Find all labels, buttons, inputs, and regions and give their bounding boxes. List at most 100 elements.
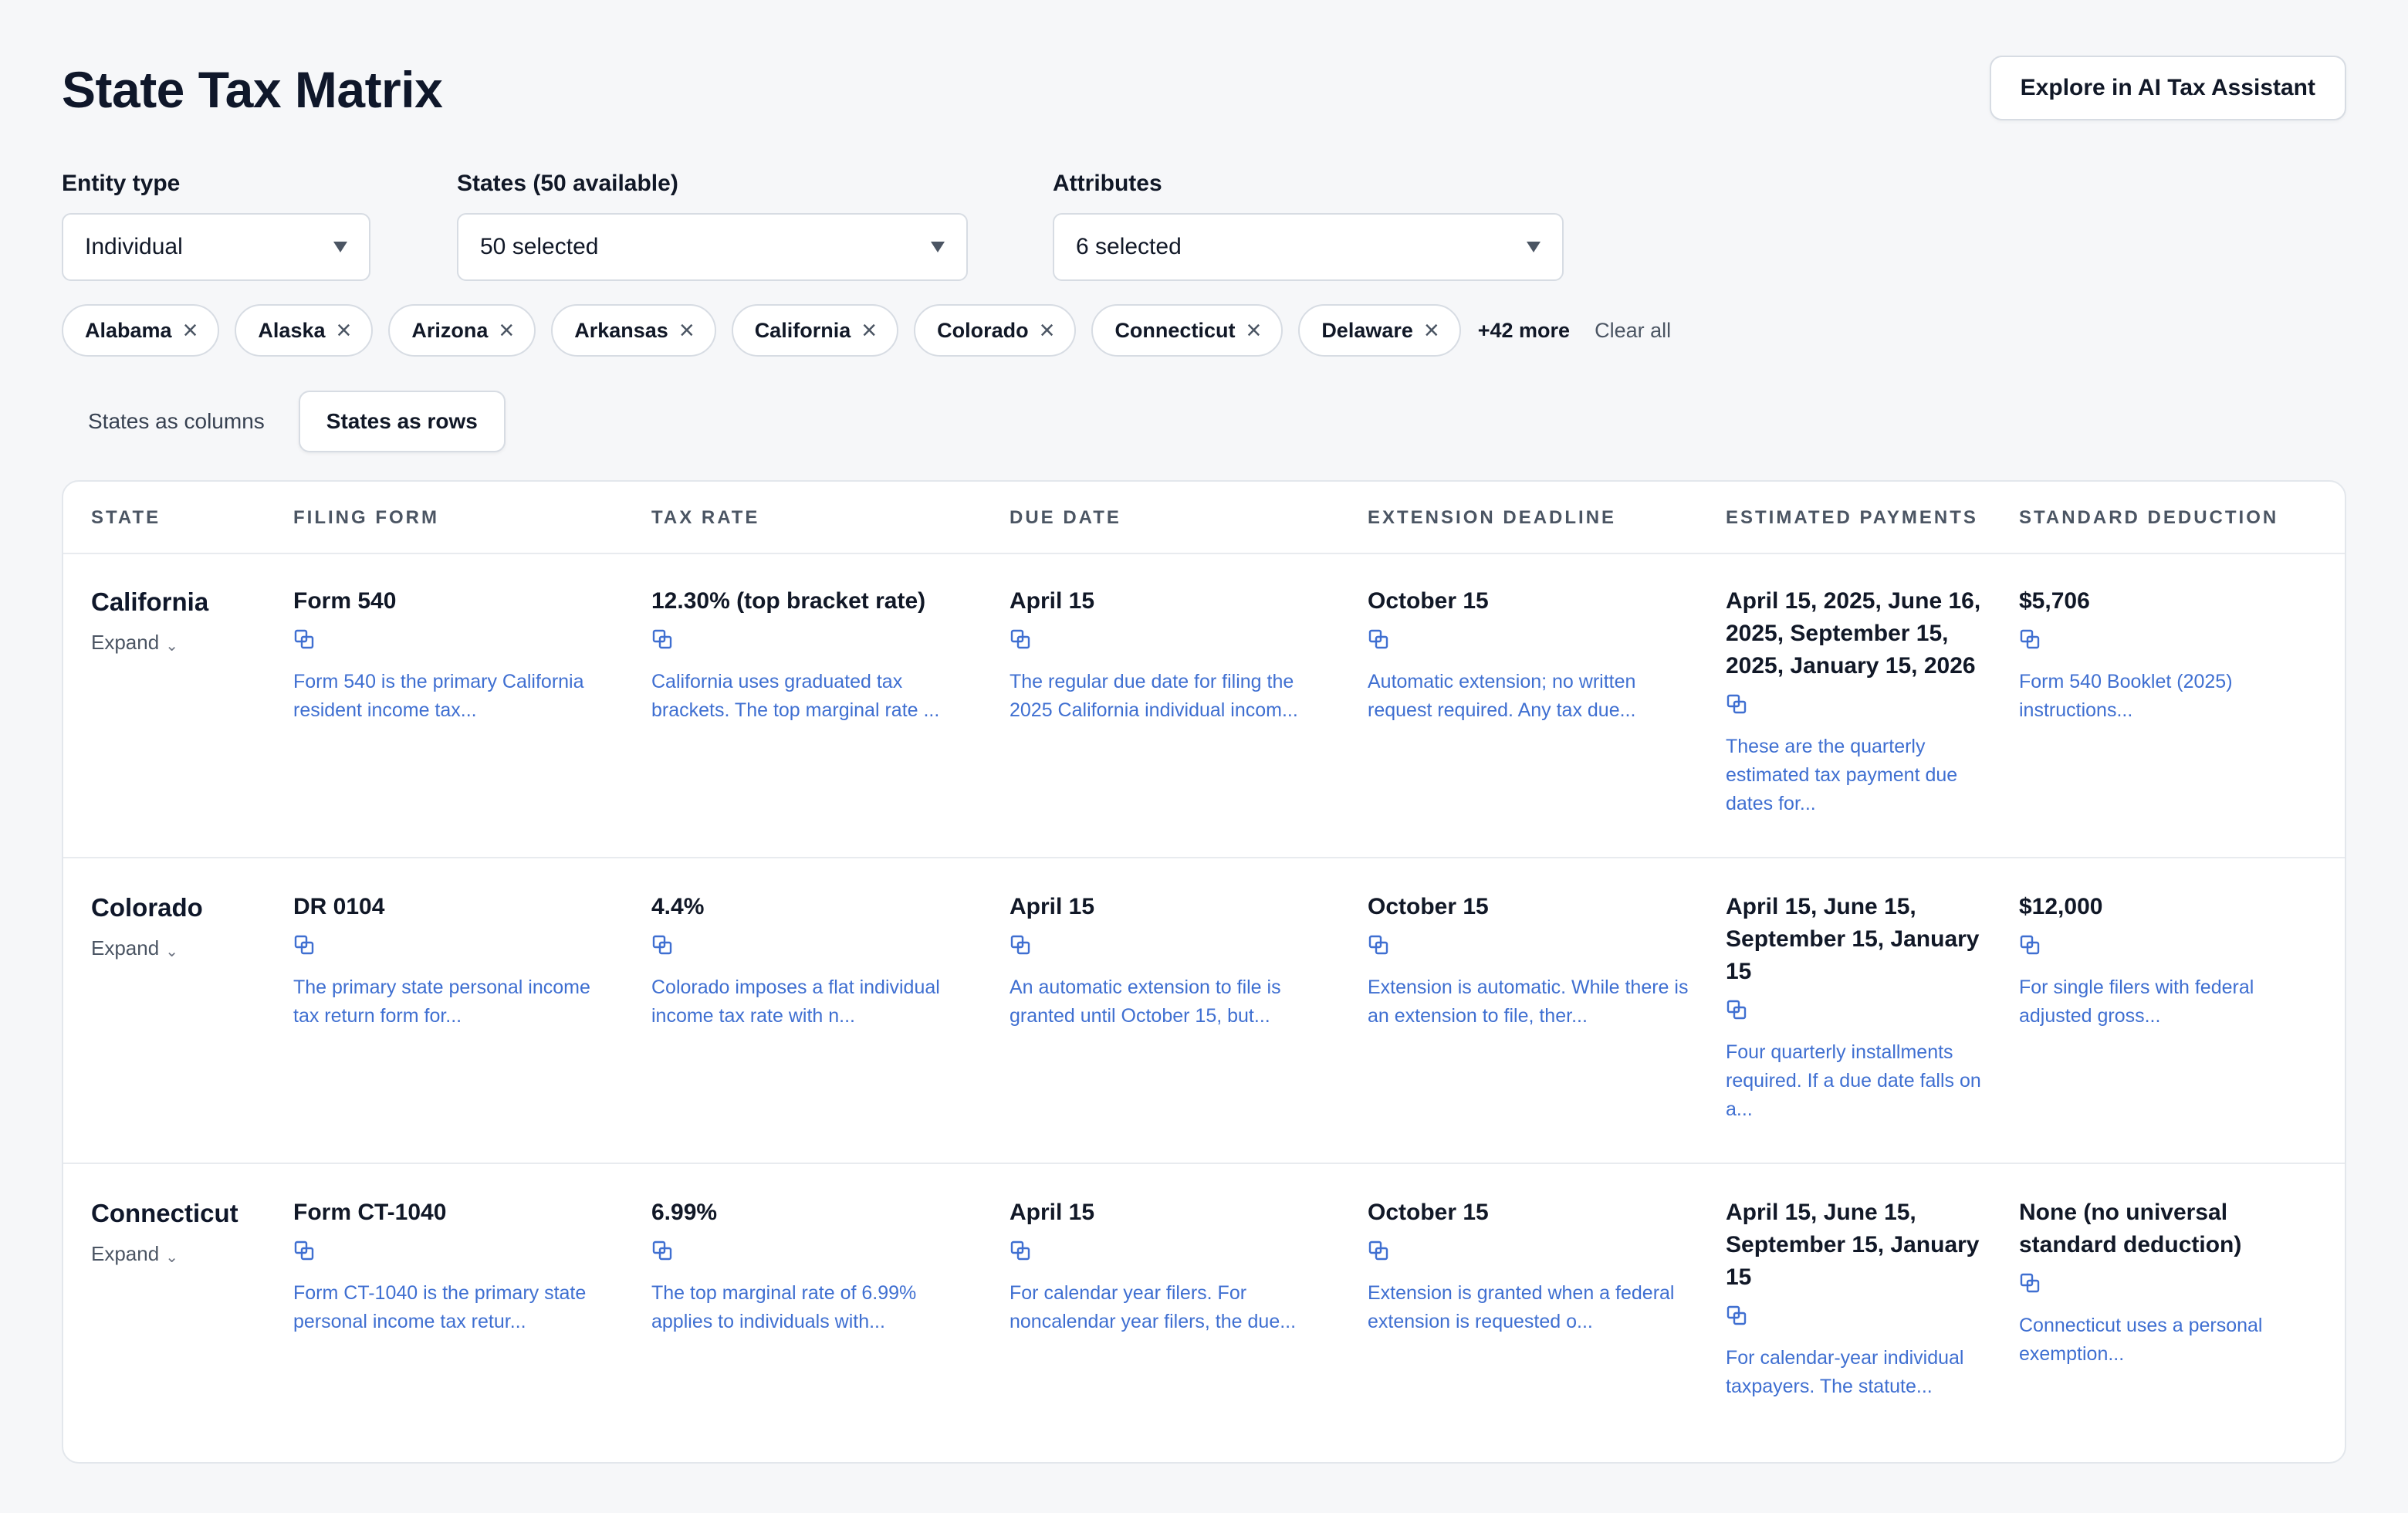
chip-label: Delaware bbox=[1321, 318, 1413, 342]
column-header: ESTIMATED PAYMENTS bbox=[1726, 507, 1978, 528]
states-as-columns-tab[interactable]: States as columns bbox=[62, 391, 291, 452]
copy-source-icon[interactable] bbox=[293, 934, 315, 956]
copy-source-icon[interactable] bbox=[1010, 628, 1031, 650]
cell-note[interactable]: An automatic extension to file is grante… bbox=[1010, 973, 1334, 1031]
tax-rate-cell: 6.99% The top marginal rate of 6.99% app… bbox=[651, 1197, 976, 1336]
close-icon[interactable]: × bbox=[1246, 317, 1261, 344]
copy-source-icon[interactable] bbox=[1726, 1305, 1747, 1326]
cell-note[interactable]: Four quarterly installments required. If… bbox=[1726, 1038, 1988, 1124]
column-header: EXTENSION DEADLINE bbox=[1368, 507, 1617, 528]
cell-note[interactable]: These are the quarterly estimated tax pa… bbox=[1726, 733, 1988, 818]
entity-type-filter: Entity type Individual bbox=[62, 168, 370, 281]
close-icon[interactable]: × bbox=[337, 317, 352, 344]
close-icon[interactable]: × bbox=[183, 317, 198, 344]
cell-value: 12.30% (top bracket rate) bbox=[651, 588, 926, 614]
filing-form-cell: Form CT-1040 Form CT-1040 is the primary… bbox=[293, 1197, 617, 1336]
cell-value: October 15 bbox=[1368, 894, 1489, 919]
caret-down-icon bbox=[931, 242, 945, 252]
copy-source-icon[interactable] bbox=[1368, 1240, 1389, 1261]
expand-button[interactable]: Expand ⌄ bbox=[91, 936, 276, 961]
cell-note[interactable]: Colorado imposes a flat individual incom… bbox=[651, 973, 976, 1031]
cell-note[interactable]: California uses graduated tax brackets. … bbox=[651, 668, 976, 725]
cell-value: Form 540 bbox=[293, 588, 397, 614]
expand-button[interactable]: Expand ⌄ bbox=[91, 630, 276, 655]
cell-value: $5,706 bbox=[2019, 588, 2090, 614]
cell-value: April 15, June 15, September 15, January… bbox=[1726, 894, 1980, 984]
expand-label: Expand bbox=[91, 1242, 160, 1265]
expand-button[interactable]: Expand ⌄ bbox=[91, 1241, 276, 1267]
close-icon[interactable]: × bbox=[1424, 317, 1439, 344]
copy-source-icon[interactable] bbox=[1010, 934, 1031, 956]
attributes-select[interactable]: 6 selected bbox=[1053, 213, 1564, 281]
state-chip: Delaware × bbox=[1298, 304, 1461, 357]
copy-source-icon[interactable] bbox=[1726, 999, 1747, 1021]
table-row: Colorado Expand ⌄ DR 0104 The primary sta… bbox=[63, 860, 2345, 1164]
cell-note[interactable]: Extension is granted when a federal exte… bbox=[1368, 1279, 1692, 1336]
due-date-cell: April 15 For calendar year filers. For n… bbox=[1010, 1197, 1334, 1336]
state-cell: California Expand ⌄ bbox=[91, 585, 276, 655]
close-icon[interactable]: × bbox=[499, 317, 514, 344]
copy-source-icon[interactable] bbox=[2019, 934, 2041, 956]
cell-note[interactable]: Form 540 is the primary California resid… bbox=[293, 668, 617, 725]
cell-note[interactable]: Form 540 Booklet (2025) instructions... bbox=[2019, 668, 2328, 725]
copy-source-icon[interactable] bbox=[1726, 693, 1747, 715]
cell-note[interactable]: For calendar-year individual taxpayers. … bbox=[1726, 1344, 1988, 1401]
state-chip: Colorado × bbox=[914, 304, 1077, 357]
entity-type-select[interactable]: Individual bbox=[62, 213, 370, 281]
copy-source-icon[interactable] bbox=[2019, 1272, 2041, 1294]
clear-all-link[interactable]: Clear all bbox=[1595, 319, 1671, 343]
standard-deduction-cell: None (no universal standard deduction) C… bbox=[2019, 1197, 2328, 1369]
states-as-rows-tab[interactable]: States as rows bbox=[298, 391, 506, 452]
chip-label: Alaska bbox=[258, 318, 326, 342]
caret-down-icon bbox=[333, 242, 347, 252]
states-label: States (50 available) bbox=[457, 171, 678, 196]
chevron-down-icon: ⌄ bbox=[165, 943, 178, 960]
expand-label: Expand bbox=[91, 631, 160, 654]
chip-label: California bbox=[754, 318, 851, 342]
more-states-link[interactable]: +42 more bbox=[1478, 319, 1570, 343]
copy-source-icon[interactable] bbox=[651, 1240, 673, 1261]
copy-source-icon[interactable] bbox=[293, 1240, 315, 1261]
page-title: State Tax Matrix bbox=[62, 61, 443, 118]
cell-value: April 15, June 15, September 15, January… bbox=[1726, 1200, 1980, 1290]
cell-note[interactable]: Extension is automatic. While there is a… bbox=[1368, 973, 1692, 1031]
state-name: Colorado bbox=[91, 893, 203, 922]
entity-type-label: Entity type bbox=[62, 171, 181, 196]
cell-note[interactable]: For calendar year filers. For noncalenda… bbox=[1010, 1279, 1334, 1336]
extension-deadline-cell: October 15 Extension is automatic. While… bbox=[1368, 891, 1692, 1031]
copy-source-icon[interactable] bbox=[1368, 934, 1389, 956]
cell-note[interactable]: Connecticut uses a personal exemption... bbox=[2019, 1312, 2328, 1369]
filing-form-cell: DR 0104 The primary state personal incom… bbox=[293, 891, 617, 1031]
cell-note[interactable]: Form CT-1040 is the primary state person… bbox=[293, 1279, 617, 1336]
close-icon[interactable]: × bbox=[1040, 317, 1055, 344]
copy-source-icon[interactable] bbox=[293, 628, 315, 650]
cell-note[interactable]: Automatic extension; no written request … bbox=[1368, 668, 1692, 725]
chip-label: Arizona bbox=[411, 318, 489, 342]
estimated-payments-cell: April 15, June 15, September 15, January… bbox=[1726, 891, 1988, 1124]
filing-form-cell: Form 540 Form 540 is the primary Califor… bbox=[293, 585, 617, 725]
cell-note[interactable]: The primary state personal income tax re… bbox=[293, 973, 617, 1031]
copy-source-icon[interactable] bbox=[651, 934, 673, 956]
state-tax-matrix-page: State Tax Matrix Explore in AI Tax Assis… bbox=[62, 0, 2346, 1513]
state-chip: Alabama × bbox=[62, 304, 220, 357]
due-date-cell: April 15 The regular due date for filing… bbox=[1010, 585, 1334, 725]
column-header: STANDARD DEDUCTION bbox=[2019, 507, 2279, 528]
copy-source-icon[interactable] bbox=[1010, 1240, 1031, 1261]
estimated-payments-cell: April 15, June 15, September 15, January… bbox=[1726, 1197, 1988, 1401]
cell-note[interactable]: For single filers with federal adjusted … bbox=[2019, 973, 2328, 1031]
estimated-payments-cell: April 15, 2025, June 16, 2025, September… bbox=[1726, 585, 1988, 818]
cell-note[interactable]: The regular due date for filing the 2025… bbox=[1010, 668, 1334, 725]
cell-value: April 15 bbox=[1010, 894, 1095, 919]
explore-ai-assistant-button[interactable]: Explore in AI Tax Assistant bbox=[1989, 56, 2346, 120]
extension-deadline-cell: October 15 Automatic extension; no writt… bbox=[1368, 585, 1692, 725]
copy-source-icon[interactable] bbox=[2019, 628, 2041, 650]
close-icon[interactable]: × bbox=[861, 317, 877, 344]
close-icon[interactable]: × bbox=[679, 317, 695, 344]
copy-source-icon[interactable] bbox=[651, 628, 673, 650]
states-select[interactable]: 50 selected bbox=[457, 213, 968, 281]
caret-down-icon bbox=[1527, 242, 1541, 252]
cell-value: 4.4% bbox=[651, 894, 705, 919]
chip-label: Alabama bbox=[85, 318, 172, 342]
cell-note[interactable]: The top marginal rate of 6.99% applies t… bbox=[651, 1279, 976, 1336]
copy-source-icon[interactable] bbox=[1368, 628, 1389, 650]
